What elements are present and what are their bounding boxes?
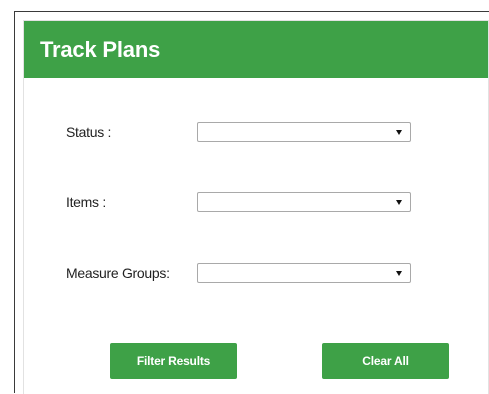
panel-header: Track Plans xyxy=(24,21,488,78)
status-select[interactable] xyxy=(197,122,411,142)
measure-groups-label: Measure Groups: xyxy=(66,265,170,281)
panel-title: Track Plans xyxy=(40,36,161,62)
measure-groups-filter-row: Measure Groups: xyxy=(66,263,411,283)
chevron-down-icon xyxy=(396,200,402,205)
status-filter-row: Status : xyxy=(66,122,411,142)
track-plans-panel: Track Plans Status : Items : Measure Gro… xyxy=(23,20,489,394)
filter-results-button[interactable]: Filter Results xyxy=(110,343,237,379)
items-label: Items : xyxy=(66,194,106,210)
items-select[interactable] xyxy=(197,192,411,212)
chevron-down-icon xyxy=(396,130,402,135)
measure-groups-select[interactable] xyxy=(197,263,411,283)
chevron-down-icon xyxy=(396,271,402,276)
clear-all-button[interactable]: Clear All xyxy=(322,343,449,379)
status-label: Status : xyxy=(66,124,112,140)
items-filter-row: Items : xyxy=(66,192,411,212)
window-frame: Track Plans Status : Items : Measure Gro… xyxy=(14,11,489,394)
